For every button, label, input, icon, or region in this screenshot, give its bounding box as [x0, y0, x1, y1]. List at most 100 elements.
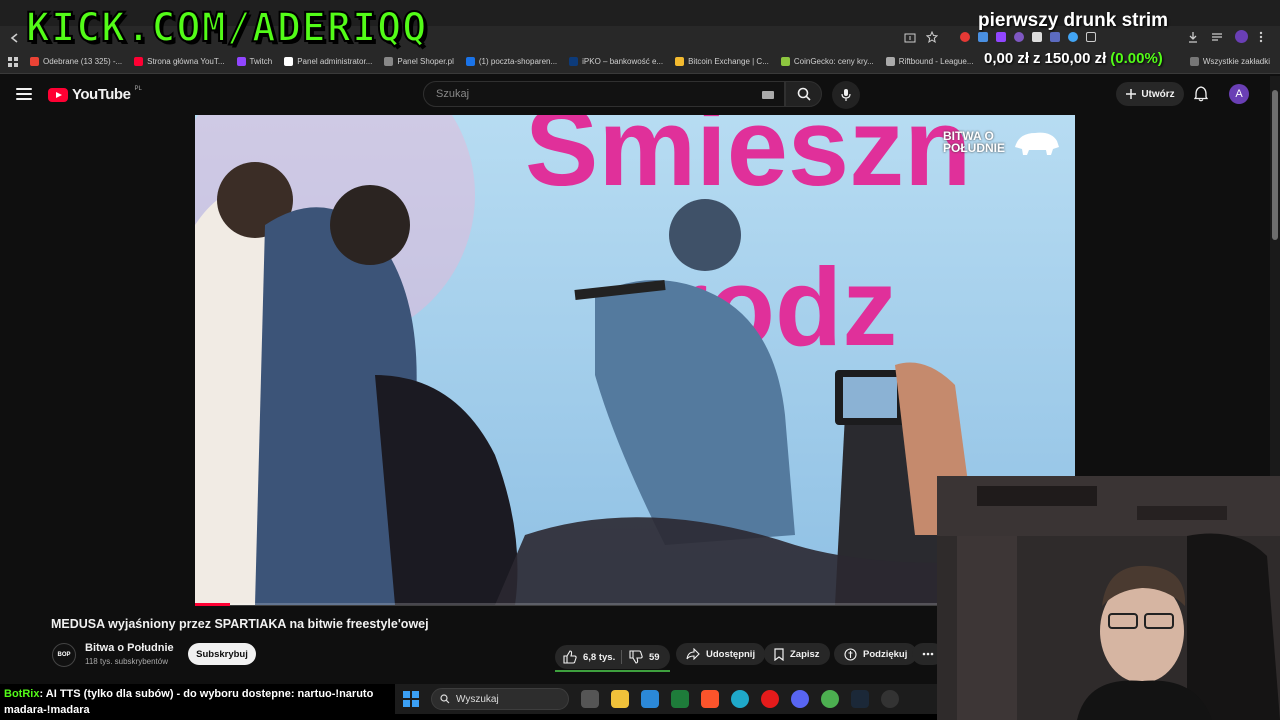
bookmark-favicon-icon: [384, 57, 394, 66]
apps-grid-icon[interactable]: [8, 56, 18, 67]
bookmark-label: Panel Shoper.pl: [397, 57, 454, 66]
search-placeholder: Szukaj: [436, 88, 470, 100]
thumbs-up-icon: [563, 650, 577, 664]
bookmark-label: (1) poczta-shoparen...: [478, 57, 558, 66]
file-explorer-icon[interactable]: [611, 690, 629, 708]
opera-browser-icon[interactable]: [761, 690, 779, 708]
bookmark-item[interactable]: Panel administrator...: [284, 57, 372, 66]
bookmark-favicon-icon: [284, 57, 294, 66]
microsoft-store-icon[interactable]: [641, 690, 659, 708]
like-dislike-group: 6,8 tys. 59: [555, 645, 670, 669]
save-bookmark-icon: [774, 647, 784, 661]
youtube-wordmark: YouTube: [72, 86, 131, 103]
all-bookmarks-folder[interactable]: Wszystkie zakładki: [1189, 57, 1270, 66]
chrome-browser-icon[interactable]: [821, 690, 839, 708]
share-label: Udostępnij: [706, 648, 756, 660]
subscribe-button[interactable]: Subskrybuj: [188, 643, 256, 665]
taskbar-search-label: Wyszukaj: [456, 693, 499, 705]
youtube-play-icon: [48, 87, 68, 102]
spreadsheet-app-icon[interactable]: [671, 690, 689, 708]
chat-text: : AI TTS (tylko dla subów) - do wyboru d…: [4, 688, 374, 716]
hamburger-menu-icon[interactable]: [16, 88, 32, 100]
youtube-logo[interactable]: YouTube PL: [48, 86, 142, 103]
dislike-button[interactable]: 59: [629, 645, 660, 669]
extension-red-icon[interactable]: [960, 32, 970, 42]
bookmark-item[interactable]: Odebrane (13 325) -...: [30, 57, 122, 66]
settings-gear-icon[interactable]: [881, 690, 899, 708]
progress-fill: [195, 603, 231, 606]
task-view-icon[interactable]: [581, 690, 599, 708]
scrollbar-thumb[interactable]: [1272, 90, 1278, 240]
extension-blue-icon[interactable]: [978, 32, 988, 42]
super-thanks-icon: [844, 647, 857, 661]
voice-search-button[interactable]: [832, 81, 860, 109]
thumbs-down-icon: [629, 650, 643, 664]
search-input[interactable]: Szukaj: [423, 81, 785, 107]
bookmark-favicon-icon: [780, 57, 790, 66]
save-button[interactable]: Zapisz: [764, 643, 830, 665]
bookmark-star-icon[interactable]: [926, 31, 938, 43]
like-divider: [621, 650, 622, 664]
account-avatar[interactable]: A: [1229, 84, 1249, 104]
bookmark-label: Twitch: [249, 57, 273, 66]
discord-icon[interactable]: [791, 690, 809, 708]
extension-wave-icon[interactable]: [1068, 32, 1078, 42]
steam-icon[interactable]: [851, 690, 869, 708]
install-icon[interactable]: [904, 32, 916, 44]
bookmark-item[interactable]: CoinGecko: ceny kry...: [780, 57, 874, 66]
plus-icon: [1126, 89, 1137, 99]
bookmark-item[interactable]: iPKO – bankowość e...: [569, 57, 663, 66]
bookmark-favicon-icon: [30, 57, 39, 66]
share-button[interactable]: Udostępnij: [676, 643, 766, 665]
save-label: Zapisz: [790, 648, 820, 660]
bookmark-item[interactable]: Riftbound - League...: [885, 57, 973, 66]
more-horizontal-icon: [922, 652, 934, 656]
like-button[interactable]: 6,8 tys.: [563, 645, 615, 669]
taskbar-search-input[interactable]: Wyszukaj: [431, 688, 569, 710]
profile-avatar-icon[interactable]: [1235, 30, 1248, 43]
extensions-puzzle-icon[interactable]: [1086, 32, 1096, 42]
thanks-button[interactable]: Podziękuj: [834, 643, 918, 665]
bookmark-label: CoinGecko: ceny kry...: [793, 57, 874, 66]
dislike-count: 59: [649, 651, 660, 663]
like-ratio-underline: [555, 670, 670, 672]
notifications-bell-icon[interactable]: [1192, 85, 1210, 103]
edge-browser-icon[interactable]: [731, 690, 749, 708]
create-button[interactable]: Utwórz: [1116, 82, 1184, 106]
bookmark-favicon-icon: [885, 57, 895, 66]
bookmark-favicon-icon: [675, 57, 685, 66]
channel-name[interactable]: Bitwa o Południe: [85, 642, 174, 654]
keyboard-icon[interactable]: [762, 91, 774, 99]
bookmark-favicon-icon: [236, 57, 246, 66]
bookmark-item[interactable]: Strona główna YouT...: [134, 57, 225, 66]
search-button[interactable]: [785, 81, 822, 107]
create-label: Utwórz: [1141, 88, 1175, 100]
bookmark-label: Panel administrator...: [297, 57, 373, 66]
download-icon[interactable]: [1187, 31, 1199, 43]
bookmark-item[interactable]: Bitcoin Exchange | C...: [675, 57, 769, 66]
chat-username: BotRix: [4, 688, 40, 700]
bookmark-item[interactable]: Twitch: [236, 57, 273, 66]
goal-current: 0,00 zł: [984, 50, 1030, 67]
channel-avatar[interactable]: BOP: [52, 643, 76, 667]
bookmark-item[interactable]: Panel Shoper.pl: [384, 57, 454, 66]
menu-kebab-icon[interactable]: [1258, 31, 1264, 43]
region-code: PL: [134, 85, 142, 92]
webcam-feed: [937, 476, 1280, 720]
extension-white-icon[interactable]: [1032, 32, 1042, 42]
extension-purple-icon[interactable]: [1014, 32, 1024, 42]
tab-search-icon[interactable]: [1211, 31, 1223, 43]
windows-start-icon[interactable]: [403, 691, 419, 707]
bookmark-label: Bitcoin Exchange | C...: [688, 57, 769, 66]
back-icon[interactable]: [9, 32, 21, 44]
kick-channel-overlay: KICK.COM/ADERIQQ: [25, 4, 428, 52]
extension-twitch-icon[interactable]: [996, 32, 1006, 42]
streamer-webcam: [937, 476, 1280, 720]
extension-indigo-icon[interactable]: [1050, 32, 1060, 42]
bookmark-favicon-icon: [569, 57, 579, 66]
brave-browser-icon[interactable]: [701, 690, 719, 708]
stream-title-overlay: pierwszy drunk strim: [978, 10, 1169, 31]
bookmark-item[interactable]: (1) poczta-shoparen...: [465, 57, 558, 66]
bookmark-label: iPKO – bankowość e...: [582, 57, 664, 66]
windows-taskbar: Wyszukaj: [395, 684, 937, 714]
